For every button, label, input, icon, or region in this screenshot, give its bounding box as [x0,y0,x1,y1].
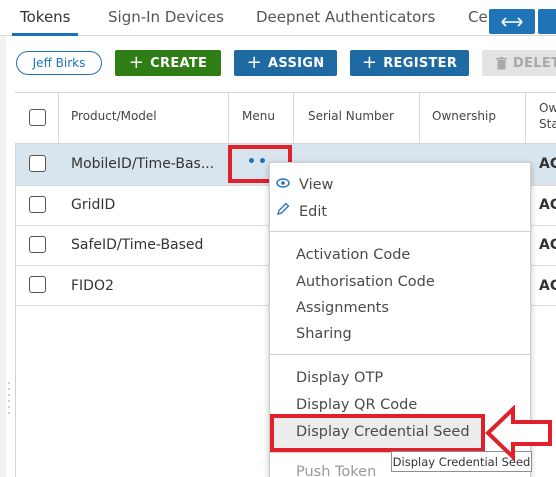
menu-item-push-token[interactable]: Push Token [296,464,376,477]
row-checkbox[interactable] [29,155,46,172]
column-divider [419,93,420,143]
eye-icon [276,178,290,188]
column-divider [58,93,59,143]
status-cell: AC [539,278,556,294]
product-cell: MobileID/Time-Bas... [71,156,215,172]
assign-button[interactable]: + ASSIGN [234,50,337,76]
column-header-status-line1[interactable]: Ow [539,101,556,115]
left-panel-edge [0,36,6,477]
column-divider [293,93,294,143]
menu-item-display-otp[interactable]: Display OTP [296,370,383,386]
menu-separator [270,354,530,355]
column-header-ownership[interactable]: Ownership [432,109,496,123]
column-header-menu: Menu [242,109,275,123]
tab-tokens[interactable]: Tokens [20,8,71,26]
select-all-checkbox[interactable] [29,109,46,126]
tab-deepnet-authenticators[interactable]: Deepnet Authenticators [256,8,435,26]
row-checkbox[interactable] [29,236,46,253]
tab-sign-in-devices[interactable]: Sign-In Devices [108,8,224,26]
column-header-product[interactable]: Product/Model [71,109,157,123]
annotation-arrow-icon [485,405,552,461]
status-cell: AC [539,237,556,253]
create-button[interactable]: + CREATE [115,50,221,76]
status-cell: AC [539,156,556,172]
plus-icon: + [361,52,378,73]
menu-item-assignments[interactable]: Assignments [296,300,389,316]
row-checkbox[interactable] [29,196,46,213]
register-button[interactable]: + REGISTER [350,50,469,76]
menu-item-sharing[interactable]: Sharing [296,326,352,342]
assign-label: ASSIGN [268,55,325,71]
create-label: CREATE [150,55,208,71]
product-cell: SafeID/Time-Based [71,237,204,253]
menu-item-view[interactable]: View [299,177,333,193]
column-divider [228,93,229,143]
menu-item-display-qr-code[interactable]: Display QR Code [296,397,417,413]
row-checkbox[interactable] [29,276,46,293]
expand-arrows-icon [501,16,523,27]
menu-item-edit[interactable]: Edit [299,204,327,220]
register-label: REGISTER [383,55,458,71]
tab-certificates[interactable]: Ce [468,8,488,26]
pencil-icon [277,202,290,215]
trash-icon [496,56,507,69]
product-cell: FIDO2 [71,278,114,294]
highlight-box-credential-seed [270,414,485,452]
more-button[interactable] [538,9,556,34]
plus-icon: + [128,52,145,73]
column-header-status-line2: Sta [539,117,556,131]
delete-label: DELET [513,55,556,71]
menu-item-activation-code[interactable]: Activation Code [296,247,410,263]
status-cell: AC [539,197,556,213]
plus-icon: + [246,52,262,73]
user-filter-chip[interactable]: Jeff Birks [16,51,102,75]
column-divider [525,93,526,143]
resize-grip-icon[interactable] [7,380,13,416]
active-tab-indicator [12,33,78,36]
menu-item-authorisation-code[interactable]: Authorisation Code [296,274,435,290]
menu-separator [270,231,530,232]
delete-button[interactable]: DELET [482,50,556,76]
column-header-serial[interactable]: Serial Number [308,109,394,123]
expand-button[interactable] [489,9,535,34]
product-cell: GridID [71,197,116,213]
